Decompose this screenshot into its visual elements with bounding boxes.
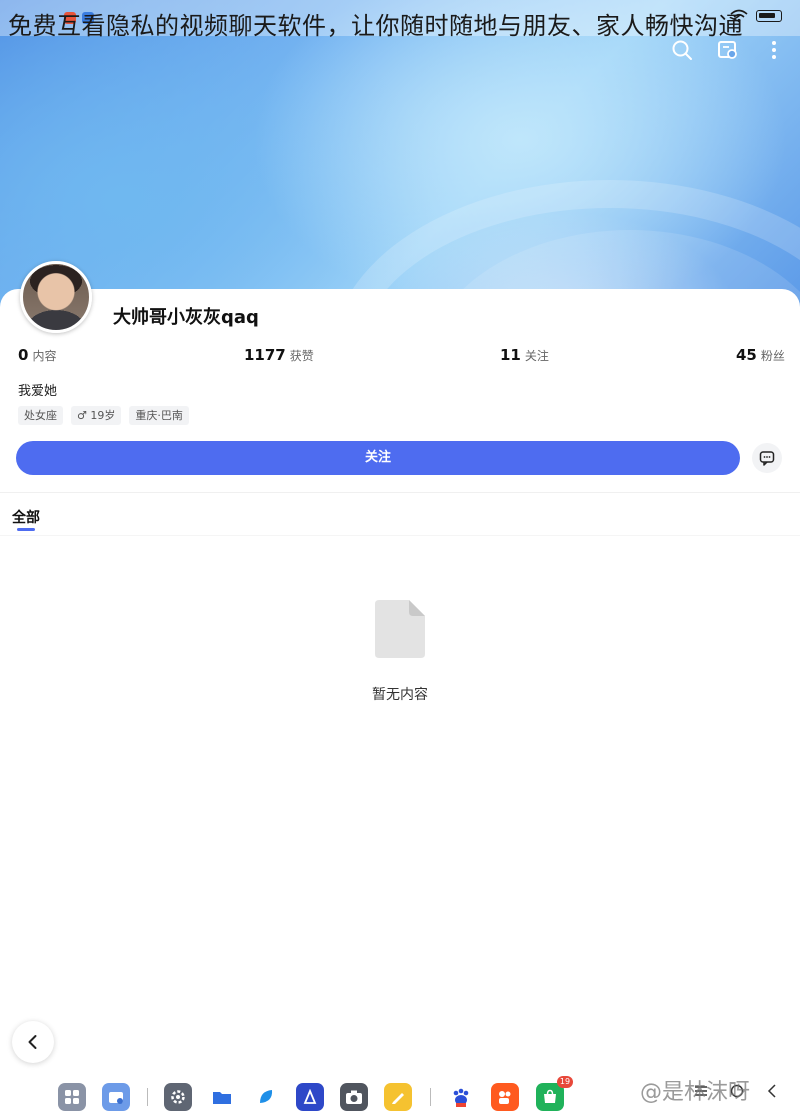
profile-tags: 处女座 ♂ 19岁 重庆·巴南: [18, 406, 189, 425]
stat-label: 获赞: [289, 349, 314, 363]
app-grid-icon[interactable]: [58, 1083, 86, 1111]
stat-value: 11: [500, 346, 521, 364]
dock-divider: [147, 1088, 148, 1106]
app-store-icon[interactable]: [296, 1083, 324, 1111]
follow-button[interactable]: 关注: [16, 441, 740, 475]
profile-stats: 0 内容 1177 获赞 11 关注 45 粉丝: [0, 346, 800, 370]
active-tab-indicator: [17, 528, 35, 531]
files-icon[interactable]: [102, 1083, 130, 1111]
empty-state-text: 暂无内容: [372, 687, 428, 703]
watermark: @是林沫呀: [640, 1080, 751, 1105]
tag-location: 重庆·巴南: [129, 406, 189, 425]
settings-icon[interactable]: [164, 1083, 192, 1111]
camera-icon[interactable]: [340, 1083, 368, 1111]
notes-icon[interactable]: [384, 1083, 412, 1111]
divider: [0, 492, 800, 493]
album-icon[interactable]: [716, 38, 740, 62]
stat-value: 1177: [244, 346, 286, 364]
message-button[interactable]: [752, 443, 782, 473]
chevron-left-icon: [28, 1035, 37, 1049]
search-icon[interactable]: [670, 38, 694, 62]
stat-label: 关注: [524, 349, 549, 363]
empty-document-icon: [375, 600, 425, 658]
stat-likes[interactable]: 1177 获赞: [244, 346, 314, 364]
baidu-icon[interactable]: [447, 1083, 475, 1111]
chat-icon: [759, 451, 775, 466]
tag-zodiac: 处女座: [18, 406, 63, 425]
notification-badge: 19: [557, 1076, 573, 1088]
back-button[interactable]: [12, 1021, 54, 1063]
profile-bio: 我爱她: [18, 384, 58, 399]
stat-posts[interactable]: 0 内容: [18, 346, 56, 364]
more-icon[interactable]: [762, 38, 786, 62]
kuaishou-icon[interactable]: [491, 1083, 519, 1111]
top-actions: [670, 38, 786, 62]
file-manager-icon[interactable]: [208, 1083, 236, 1111]
stat-followers[interactable]: 45 粉丝: [736, 346, 785, 364]
tab-all[interactable]: 全部: [12, 507, 40, 527]
divider: [0, 535, 800, 536]
stat-label: 内容: [32, 349, 57, 363]
stat-following[interactable]: 11 关注: [500, 346, 549, 364]
browser-icon[interactable]: [252, 1083, 280, 1111]
back-nav-icon[interactable]: [766, 1084, 778, 1098]
stat-label: 粉丝: [760, 349, 785, 363]
avatar[interactable]: [20, 261, 92, 333]
tag-gender-age: ♂ 19岁: [71, 406, 122, 425]
profile-nickname: 大帅哥小灰灰qaq: [113, 307, 259, 328]
dock-divider: [430, 1088, 431, 1106]
overlay-caption: 免费互看隐私的视频聊天软件，让你随时随地与朋友、家人畅快沟通: [8, 12, 743, 40]
stat-value: 45: [736, 346, 757, 364]
stat-value: 0: [18, 346, 29, 364]
shop-icon[interactable]: 19: [536, 1076, 573, 1111]
